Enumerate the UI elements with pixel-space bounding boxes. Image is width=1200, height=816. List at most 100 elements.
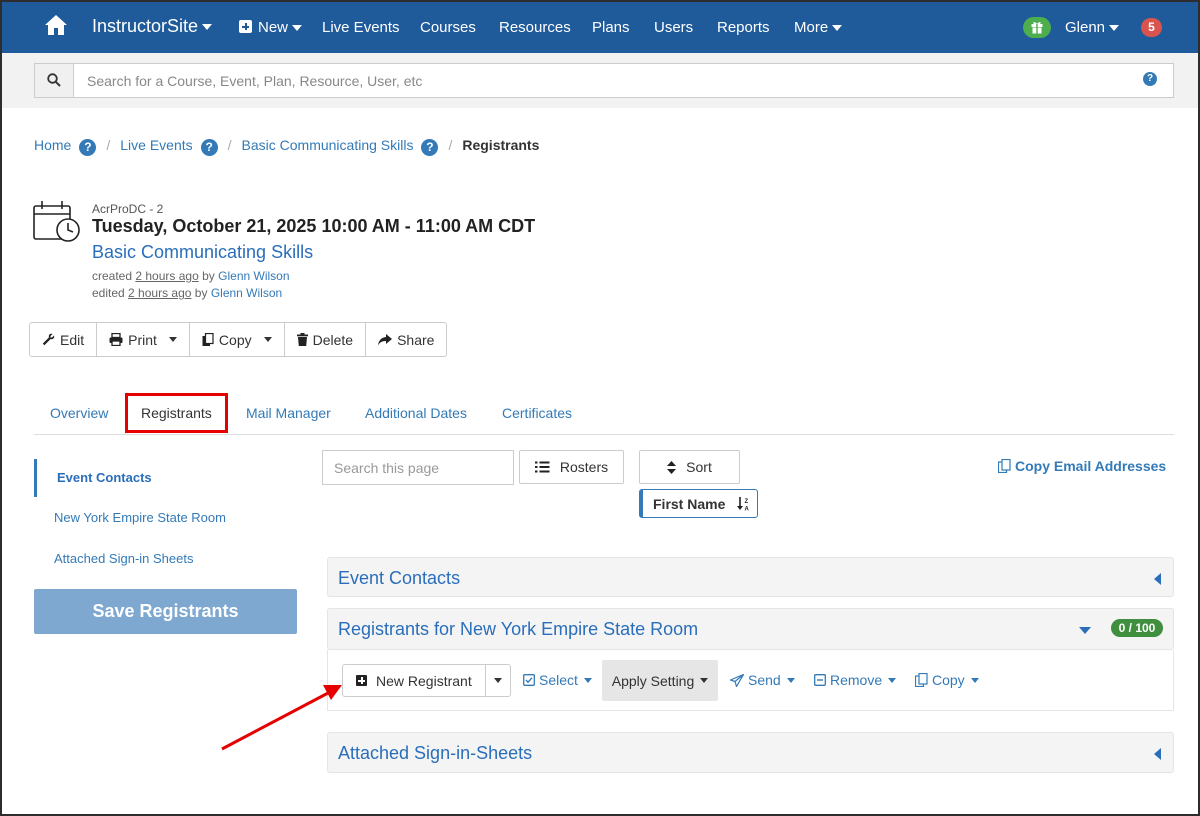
breadcrumb-separator: / [448,137,453,153]
nav-resources[interactable]: Resources [499,19,571,36]
nav-live-events[interactable]: Live Events [322,19,400,36]
wrench-icon [42,333,55,346]
created-by-link[interactable]: Glenn Wilson [218,269,289,283]
sort-label: Sort [686,459,712,475]
edit-label: Edit [60,331,85,348]
delete-button[interactable]: Delete [285,323,367,356]
copy-icon [998,459,1011,473]
apply-setting-label: Apply Setting [611,672,695,689]
breadcrumb-live-events[interactable]: Live Events [120,137,192,153]
created-meta: created 2 hours ago by Glenn Wilson [92,269,290,283]
user-menu[interactable]: Glenn [1065,19,1120,36]
edited-time: 2 hours ago [128,286,192,300]
chevron-down-icon [786,677,795,683]
search-input[interactable] [75,64,1135,97]
panel-title: Registrants for New York Empire State Ro… [338,619,699,639]
sort-field-pill[interactable]: First Name Z A [639,489,758,518]
copy-menu[interactable]: Copy [915,672,979,688]
new-menu[interactable]: New [239,19,303,36]
print-icon [109,333,123,346]
panel-title: Attached Sign-in-Sheets [338,743,533,763]
print-button[interactable]: Print [97,323,190,356]
event-contacts-panel[interactable]: Event Contacts [327,557,1174,597]
app-window: InstructorSite New Live Events Courses R… [0,0,1200,816]
event-datetime: Tuesday, October 21, 2025 10:00 AM - 11:… [92,216,536,236]
caret-down-icon [1079,627,1091,634]
breadcrumb-event[interactable]: Basic Communicating Skills [242,137,414,153]
copy-email-label: Copy Email Addresses [1015,458,1167,474]
copy-email-addresses-button[interactable]: Copy Email Addresses [998,458,1166,474]
signin-sheets-panel[interactable]: Attached Sign-in-Sheets [327,732,1174,773]
panel-title: Event Contacts [338,568,461,588]
nav-more[interactable]: More [794,19,843,36]
share-icon [378,333,393,345]
new-registrant-dropdown[interactable] [486,665,510,696]
gift-button[interactable] [1023,17,1051,38]
leftnav-room[interactable]: New York Empire State Room [34,499,226,537]
chevron-down-icon [1109,25,1120,32]
nav-plans[interactable]: Plans [592,19,630,36]
copy-icon [202,332,214,346]
top-navbar: InstructorSite New Live Events Courses R… [2,2,1198,53]
calendar-clock-icon [33,201,80,242]
save-registrants-button[interactable]: Save Registrants [34,589,297,634]
breadcrumb-current: Registrants [462,137,540,153]
created-time: 2 hours ago [135,269,199,283]
edited-by-link[interactable]: Glenn Wilson [211,286,282,300]
rosters-button[interactable]: Rosters [519,450,624,484]
brand-label: InstructorSite [92,16,199,36]
checkbox-icon [523,674,535,686]
caret-left-icon [1154,573,1161,585]
leftnav-signin-sheets[interactable]: Attached Sign-in Sheets [34,540,193,578]
breadcrumb-separator: / [106,137,111,153]
copy-icon [915,673,928,687]
remove-menu[interactable]: Remove [814,672,897,688]
help-icon[interactable]: ? [79,139,97,156]
search-button[interactable] [35,64,74,97]
home-icon[interactable] [44,14,68,36]
help-icon[interactable]: ? [421,139,439,156]
room-registrants-panel[interactable]: Registrants for New York Empire State Ro… [327,608,1174,650]
select-label: Select [539,672,578,688]
gift-icon [1031,22,1043,34]
copy-label: Copy [932,672,965,688]
help-icon[interactable]: ? [200,139,218,156]
help-icon[interactable]: ? [1143,72,1157,86]
nav-reports[interactable]: Reports [717,19,770,36]
remove-label: Remove [830,672,883,688]
edited-label: edited [92,286,125,300]
new-registrant-button[interactable]: New Registrant [343,665,486,696]
share-button[interactable]: Share [366,323,446,356]
search-bar-row: ? [2,53,1198,108]
nav-courses[interactable]: Courses [420,19,476,36]
copy-button[interactable]: Copy [190,323,285,356]
new-registrant-group: New Registrant [342,664,511,697]
sort-field-label: First Name [653,495,726,512]
sort-button[interactable]: Sort [639,450,740,484]
highlight-box [125,393,228,433]
brand-menu[interactable]: InstructorSite [92,16,213,37]
chevron-down-icon [263,337,272,342]
tab-additional-dates[interactable]: Additional Dates [365,405,467,421]
breadcrumb-home[interactable]: Home [34,137,71,153]
event-name[interactable]: Basic Communicating Skills [92,242,313,263]
nav-users[interactable]: Users [654,19,693,36]
delete-label: Delete [312,331,354,348]
search-page-input[interactable] [322,450,514,485]
edited-by-label: by [194,286,208,300]
new-menu-label: New [258,19,289,36]
event-action-buttons: Edit Print Copy Delete Share [29,322,448,357]
tab-mail-manager[interactable]: Mail Manager [246,405,331,421]
tab-certificates[interactable]: Certificates [502,405,572,421]
edit-button[interactable]: Edit [30,323,98,356]
tab-overview[interactable]: Overview [50,405,108,421]
apply-setting-menu[interactable]: Apply Setting [602,660,718,701]
search-icon [47,73,61,87]
send-menu[interactable]: Send [730,672,795,688]
notification-badge[interactable]: 5 [1141,18,1162,37]
print-label: Print [128,331,157,348]
select-menu[interactable]: Select [523,672,592,688]
event-org: AcrProDC - 2 [92,202,164,216]
leftnav-event-contacts[interactable]: Event Contacts [34,459,152,497]
breadcrumb: Home? / Live Events? / Basic Communicating S… [34,137,539,156]
